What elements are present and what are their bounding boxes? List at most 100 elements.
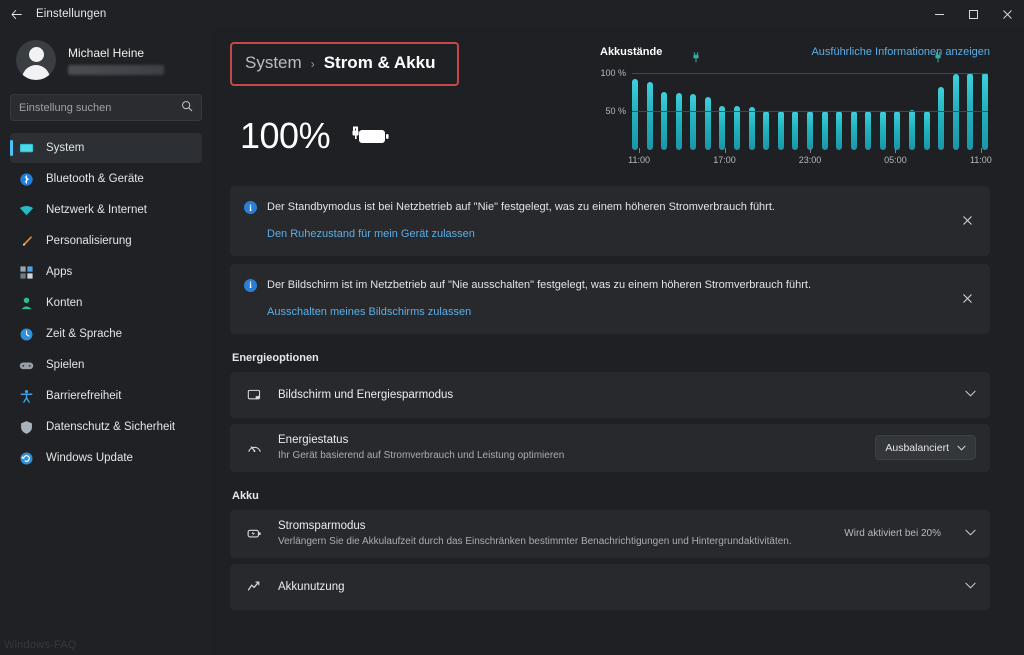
- power-mode-value: Ausbalanciert: [885, 441, 949, 454]
- close-button[interactable]: [990, 0, 1024, 28]
- profile-email-masked: [68, 64, 164, 75]
- chart-bar: [836, 111, 843, 150]
- gauge-icon: [247, 446, 261, 453]
- profile-block[interactable]: Michael Heine: [10, 28, 202, 90]
- gamepad-icon: [18, 357, 34, 373]
- settings-window: Einstellungen Michael Heine Einstellung …: [0, 0, 1024, 655]
- bluetooth-icon: [19, 172, 33, 186]
- chart-x-tick-label: 05:00: [884, 155, 907, 165]
- row-title: Bildschirm und Energiesparmodus: [278, 388, 454, 401]
- chart-bar: [821, 111, 828, 150]
- settings-row[interactable]: Energiestatus Ihr Gerät basierend auf St…: [230, 423, 990, 472]
- monitor-icon: [18, 140, 34, 156]
- sidebar-item-label: Zeit & Sprache: [46, 328, 123, 340]
- section-title: Akku: [232, 489, 259, 502]
- minimize-button[interactable]: [922, 0, 956, 28]
- banner-text: Der Standbymodus ist bei Netzbetrieb auf…: [267, 201, 775, 213]
- sidebar-item-label: Barrierefreiheit: [46, 390, 122, 402]
- power-mode-dropdown[interactable]: Ausbalanciert: [875, 435, 976, 461]
- info-icon: [244, 278, 257, 292]
- row-text: Bildschirm und Energiesparmodus: [278, 382, 943, 408]
- chart-x-tick: [810, 148, 811, 153]
- banner-close-button[interactable]: [956, 210, 978, 232]
- content-column: Der Standbymodus ist bei Netzbetrieb auf…: [212, 186, 1024, 610]
- battery-level-chart: Akkustände Ausführliche Informationen an…: [586, 42, 992, 168]
- chart-x-tick: [639, 148, 641, 153]
- banner-action-link[interactable]: Ausschalten meines Bildschirms zulassen: [267, 306, 471, 318]
- sidebar-item-label: Datenschutz & Sicherheit: [46, 421, 176, 433]
- shield-icon: [20, 420, 32, 434]
- sidebar-item-datenschutz-sicherheit[interactable]: Datenschutz & Sicherheit: [10, 412, 202, 442]
- window-controls: [922, 0, 1024, 28]
- chart-bar: [646, 82, 653, 150]
- chart-bar: [879, 111, 886, 150]
- profile-name: Michael Heine: [68, 45, 145, 60]
- update-icon: [18, 450, 34, 466]
- chevron-down-icon[interactable]: [957, 581, 976, 592]
- sidebar-item-system[interactable]: System: [10, 133, 202, 163]
- search-box[interactable]: [10, 94, 202, 121]
- settings-row[interactable]: Stromsparmodus Verlängern Sie die Akkula…: [230, 509, 990, 558]
- settings-row[interactable]: Akkunutzung: [230, 563, 990, 610]
- sidebar-item-bluetooth-ger-te[interactable]: Bluetooth & Geräte: [10, 164, 202, 194]
- notification-banner: Der Standbymodus ist bei Netzbetrieb auf…: [230, 186, 990, 256]
- sidebar-item-netzwerk-internet[interactable]: Netzwerk & Internet: [10, 195, 202, 225]
- clock-icon: [18, 326, 34, 342]
- breadcrumb-separator-icon: ›: [310, 57, 315, 71]
- update-icon: [20, 452, 32, 464]
- page-title: Strom & Akku: [323, 53, 436, 72]
- battery-saver-icon: [247, 529, 261, 538]
- banner-action-link[interactable]: Den Ruhezustand für mein Gerät zulassen: [267, 228, 475, 240]
- chart-bar: [734, 105, 741, 150]
- window-title: Einstellungen: [36, 8, 107, 20]
- accessibility-icon: [20, 389, 32, 403]
- close-icon: [1002, 9, 1012, 19]
- row-text: Akkunutzung: [278, 574, 943, 600]
- row-value: Wird aktiviert bei 20%: [844, 528, 941, 540]
- chart-bar: [806, 111, 813, 150]
- banner-body: Der Bildschirm ist im Netzbetrieb auf "N…: [267, 278, 974, 320]
- chart-bar: [661, 92, 668, 150]
- section-title: Energieoptionen: [232, 351, 319, 364]
- apps-icon: [18, 264, 34, 280]
- sidebar-item-windows-update[interactable]: Windows Update: [10, 443, 202, 473]
- wifi-icon: [18, 202, 34, 218]
- sidebar-item-spielen[interactable]: Spielen: [10, 350, 202, 380]
- row-text: Stromsparmodus Verlängern Sie die Akkula…: [278, 513, 830, 555]
- banner-body: Der Standbymodus ist bei Netzbetrieb auf…: [267, 200, 974, 242]
- sidebar-item-konten[interactable]: Konten: [10, 288, 202, 318]
- arrow-left-icon: [11, 9, 22, 19]
- maximize-button[interactable]: [956, 0, 990, 28]
- sidebar-item-zeit-sprache[interactable]: Zeit & Sprache: [10, 319, 202, 349]
- battery-status: 100%: [230, 115, 586, 157]
- chart-bar: [923, 111, 930, 150]
- banner-close-button[interactable]: [956, 288, 978, 310]
- gauge-icon: [244, 440, 264, 455]
- wifi-icon: [19, 205, 33, 215]
- breadcrumb-root[interactable]: System: [245, 53, 302, 73]
- clock-icon: [20, 328, 32, 340]
- chart-details-link[interactable]: Ausführliche Informationen anzeigen: [811, 46, 990, 58]
- title-bar: Einstellungen: [0, 0, 1024, 28]
- watermark: Windows-FAQ: [4, 639, 77, 651]
- brush-icon: [22, 235, 32, 246]
- sidebar-item-apps[interactable]: Apps: [10, 257, 202, 287]
- chart-gridline: [632, 111, 988, 113]
- sidebar-item-label: Bluetooth & Geräte: [46, 173, 144, 185]
- settings-row[interactable]: Bildschirm und Energiesparmodus: [230, 371, 990, 418]
- screen-sleep-icon: [247, 390, 260, 400]
- chart-bar: [938, 86, 945, 150]
- search-icon: [181, 100, 193, 115]
- search-input[interactable]: [19, 101, 177, 114]
- chevron-down-icon[interactable]: [957, 528, 976, 539]
- back-button[interactable]: [0, 0, 32, 28]
- chart-x-tick: [895, 148, 897, 153]
- sidebar-item-barrierefreiheit[interactable]: Barrierefreiheit: [10, 381, 202, 411]
- sidebar-item-personalisierung[interactable]: Personalisierung: [10, 226, 202, 256]
- hero-left: System › Strom & Akku 100%: [230, 42, 586, 168]
- chevron-down-icon[interactable]: [957, 389, 976, 400]
- main-content: System › Strom & Akku 100% Akkustände Au…: [212, 28, 1024, 655]
- sidebar-item-label: Konten: [46, 297, 83, 309]
- chart-bar: [632, 78, 638, 150]
- chart-x-tick-label: 11:00: [628, 155, 651, 165]
